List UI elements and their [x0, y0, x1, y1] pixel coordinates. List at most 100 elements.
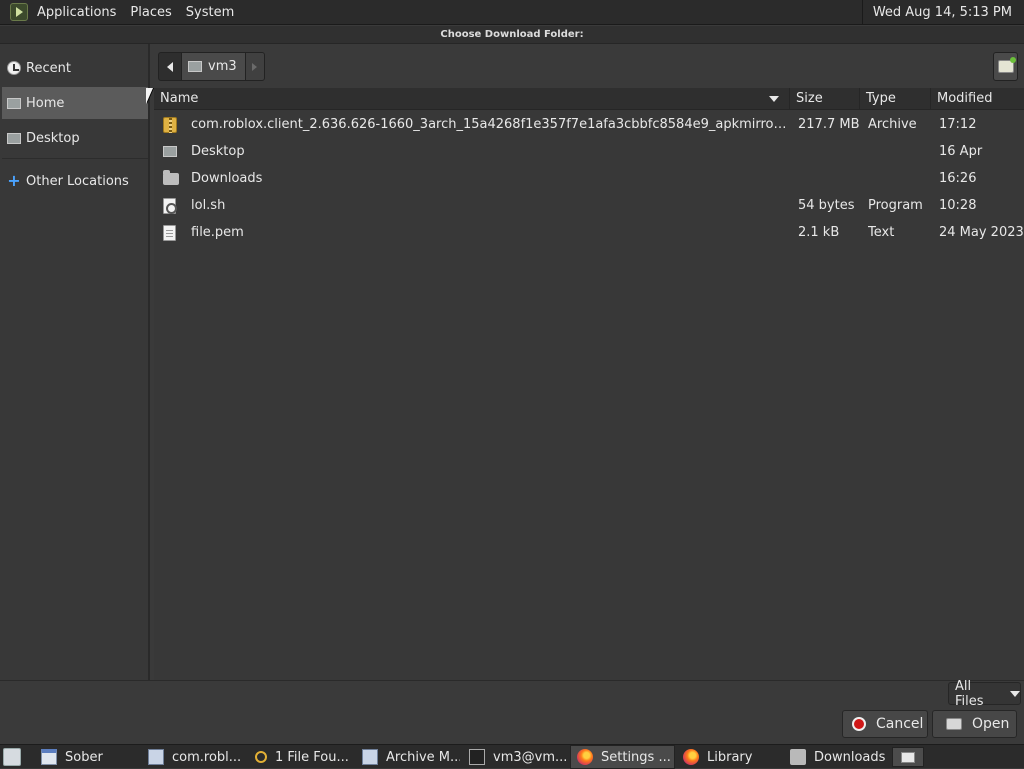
file-name: lol.sh [191, 198, 226, 213]
text-file-icon [163, 219, 179, 246]
file-type: Archive [868, 117, 917, 132]
sidebar-item-recent[interactable]: Recent [2, 52, 148, 84]
chevron-right-icon [252, 62, 258, 71]
show-desktop-icon[interactable] [3, 748, 21, 766]
mouse-cursor-icon [146, 88, 153, 104]
sidebar-item-label: Recent [26, 60, 71, 76]
home-icon [188, 61, 202, 72]
clock[interactable]: Wed Aug 14, 5:13 PM [861, 0, 1024, 24]
taskbar-item-sober[interactable]: Sober [35, 745, 139, 769]
file-modified: 24 May 2023 [939, 225, 1024, 240]
taskbar-item-downloads[interactable]: Downloads [784, 745, 888, 769]
file-modified: 16:26 [939, 171, 977, 186]
file-type: Program [868, 198, 923, 213]
desktop-folder-icon [163, 138, 179, 165]
open-folder-icon [946, 718, 962, 730]
home-icon [6, 95, 22, 111]
new-folder-button[interactable] [993, 52, 1018, 81]
column-name-label: Name [160, 91, 199, 106]
sort-down-icon [769, 96, 779, 102]
chevron-down-icon [1010, 690, 1020, 697]
search-icon [255, 751, 267, 763]
desktop-icon [6, 130, 22, 146]
task-label: Downloads [814, 749, 886, 765]
task-label: vm3@vm... [493, 749, 567, 765]
file-row[interactable]: Desktop 16 Apr [154, 138, 1024, 165]
applications-logo-icon[interactable] [10, 3, 28, 21]
sidebar-separator [2, 158, 148, 159]
file-list: Name Size Type Modified com.roblox.clien… [154, 88, 1024, 680]
taskbar-item-settings[interactable]: Settings ... [570, 745, 675, 769]
archive-icon [362, 749, 378, 765]
path-bar: vm3 [158, 52, 265, 81]
path-scroll-right-button[interactable] [244, 52, 265, 81]
task-label: Settings ... [601, 749, 671, 765]
taskbar-item-com-roblox[interactable]: com.robl... [142, 745, 246, 769]
task-label: Library [707, 749, 753, 765]
file-size [798, 165, 860, 192]
file-size [798, 138, 860, 165]
sidebar-item-label: Home [26, 95, 65, 111]
file-type: Text [868, 225, 895, 240]
file-modified: 16 Apr [939, 144, 983, 159]
recent-icon [6, 60, 22, 76]
folder-icon [163, 165, 179, 192]
sidebar-item-other-locations[interactable]: + Other Locations [2, 165, 148, 197]
sidebar-item-home[interactable]: Home [2, 87, 148, 119]
archive-icon [148, 749, 164, 765]
column-header-name[interactable]: Name [154, 88, 790, 110]
column-header-type[interactable]: Type [860, 88, 931, 110]
file-row[interactable]: com.roblox.client_2.636.626-1660_3arch_1… [154, 111, 1024, 138]
path-scroll-left-button[interactable] [158, 52, 182, 81]
plus-icon: + [7, 171, 21, 190]
filter-label: All Files [955, 678, 984, 709]
file-row[interactable]: file.pem 2.1 kB Text 24 May 2023 [154, 219, 1024, 246]
file-name: file.pem [191, 225, 244, 240]
file-filter-dropdown[interactable]: All Files [948, 679, 1021, 709]
cancel-button[interactable]: Cancel [842, 710, 928, 738]
file-modified: 17:12 [939, 117, 977, 132]
file-size: 2.1 kB [798, 225, 840, 240]
file-name: com.roblox.client_2.636.626-1660_3arch_1… [191, 117, 787, 132]
path-segment-home[interactable]: vm3 [182, 52, 245, 81]
task-label: Sober [65, 749, 103, 765]
taskbar: Sober com.robl... 1 File Fou... Archive … [0, 744, 1024, 769]
new-folder-icon [997, 57, 1016, 73]
task-label: com.robl... [172, 749, 242, 765]
menu-applications[interactable]: Applications [30, 0, 123, 24]
open-button[interactable]: Open [932, 710, 1017, 738]
open-label: Open [972, 716, 1010, 732]
taskbar-item-archive-manager[interactable]: Archive M... [356, 745, 460, 769]
sidebar-item-label: Other Locations [26, 173, 129, 189]
taskbar-item-terminal[interactable]: vm3@vm... [463, 745, 567, 769]
file-row[interactable]: Downloads 16:26 [154, 165, 1024, 192]
folder-icon [790, 749, 806, 765]
file-size: 54 bytes [798, 198, 855, 213]
file-type [868, 165, 932, 192]
workspace-switcher[interactable] [892, 747, 924, 767]
taskbar-item-library[interactable]: Library [677, 745, 781, 769]
list-header: Name Size Type Modified [154, 88, 1024, 110]
terminal-icon [469, 749, 485, 765]
archive-icon [163, 111, 179, 138]
menu-system[interactable]: System [179, 0, 241, 24]
workspace-icon [901, 751, 915, 763]
cancel-label: Cancel [876, 716, 924, 732]
firefox-icon [683, 749, 699, 765]
task-label: 1 File Fou... [275, 749, 349, 765]
task-label: Archive M... [386, 749, 460, 765]
menu-places[interactable]: Places [123, 0, 178, 24]
cancel-icon [852, 717, 866, 731]
column-header-modified[interactable]: Modified [931, 88, 1024, 110]
dialog-title: Choose Download Folder: [0, 26, 1024, 44]
panel-menu: Applications Places System [30, 0, 241, 24]
file-row[interactable]: lol.sh 54 bytes Program 10:28 [154, 192, 1024, 219]
column-header-size[interactable]: Size [790, 88, 860, 110]
taskbar-item-file-found[interactable]: 1 File Fou... [249, 745, 353, 769]
top-panel: Applications Places System Wed Aug 14, 5… [0, 0, 1024, 25]
file-type [868, 138, 932, 165]
file-modified: 10:28 [939, 198, 977, 213]
script-icon [163, 192, 179, 219]
window-icon [41, 749, 57, 765]
sidebar-item-desktop[interactable]: Desktop [2, 122, 148, 154]
